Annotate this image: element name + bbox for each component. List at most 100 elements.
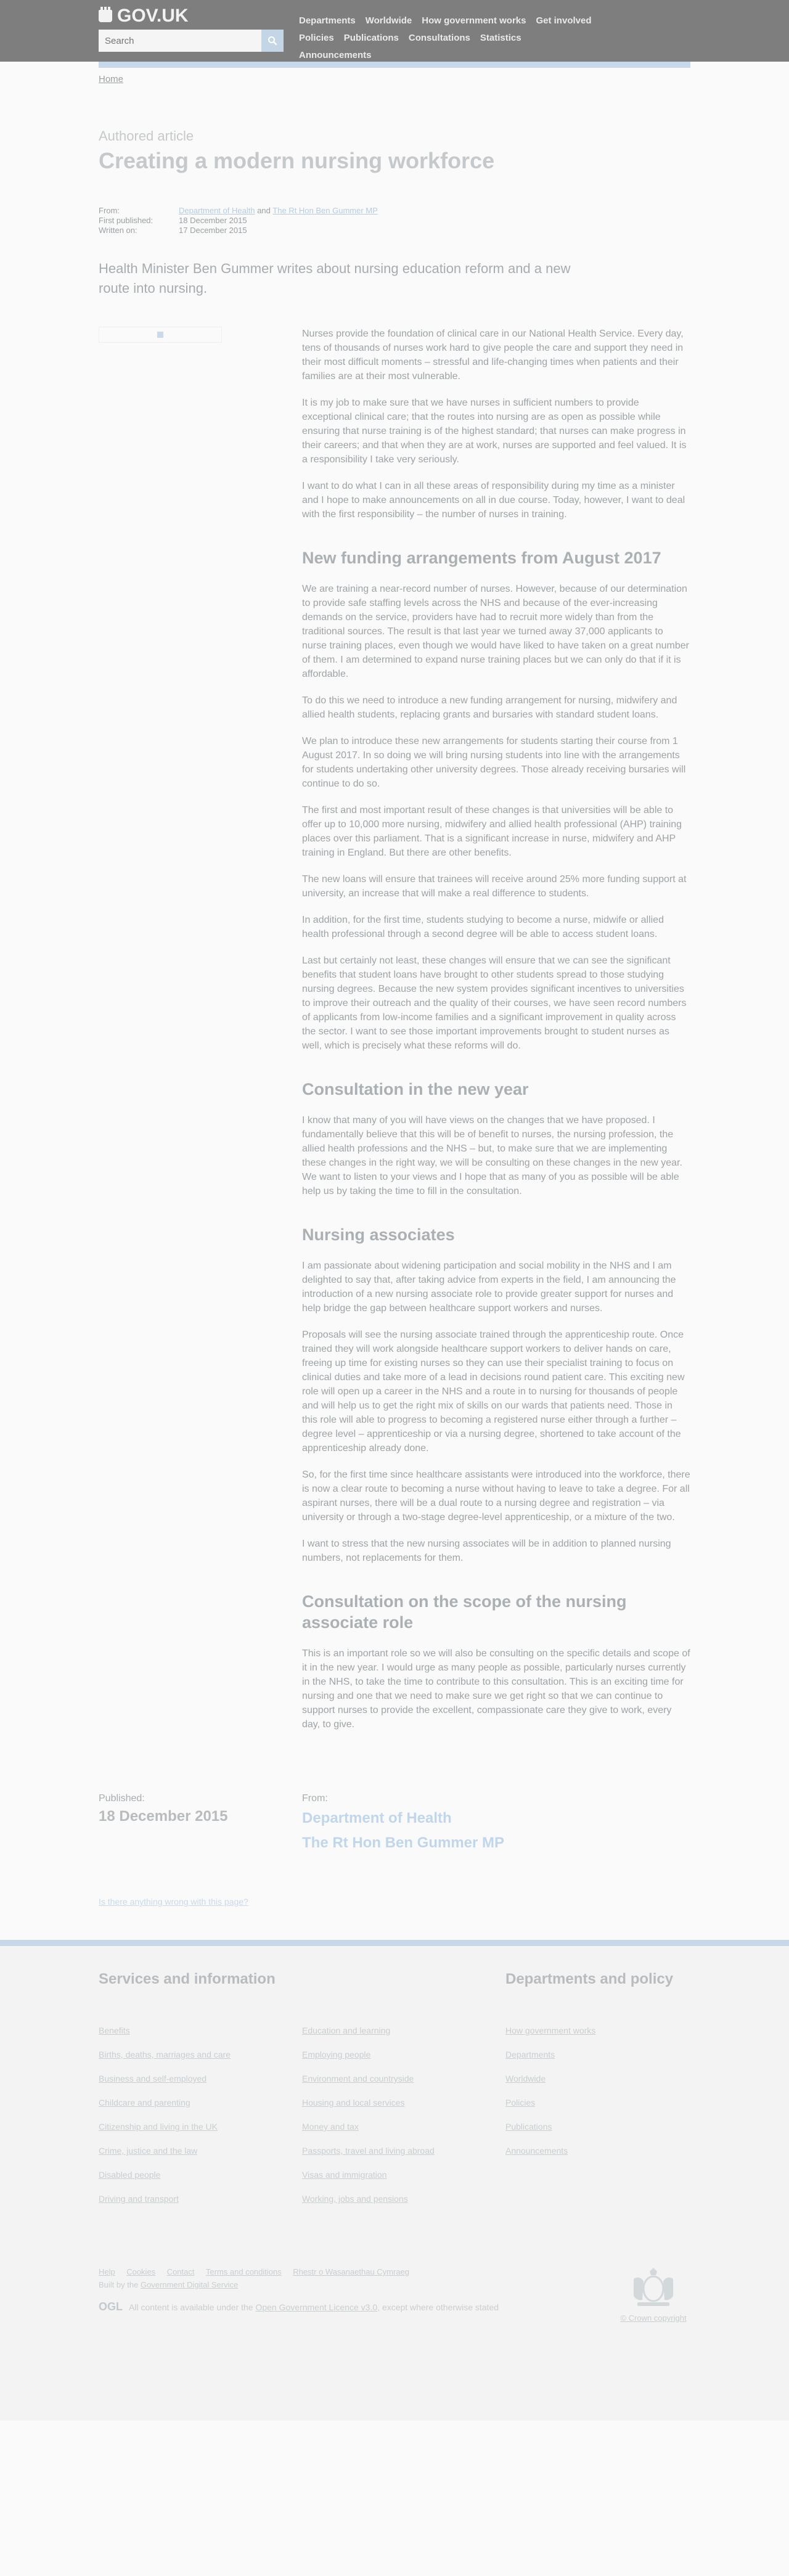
footer-link[interactable]: Passports, travel and living abroad	[302, 2146, 435, 2156]
site-footer: Services and information Benefits Births…	[0, 1940, 789, 2421]
main-nav: Departments Worldwide How government wor…	[299, 12, 607, 64]
from-department-link[interactable]: Department of Health	[179, 206, 255, 215]
written-on-label: Written on:	[99, 226, 137, 235]
footer-link[interactable]: Policies	[505, 2098, 535, 2108]
gds-link[interactable]: Government Digital Service	[141, 2280, 238, 2289]
footer-link[interactable]: Business and self-employed	[99, 2074, 206, 2083]
nav-statistics[interactable]: Statistics	[480, 30, 521, 47]
footer-link[interactable]: Money and tax	[302, 2122, 359, 2132]
services-list-1: Benefits Births, deaths, marriages and c…	[99, 2019, 302, 2211]
footer-link[interactable]: Disabled people	[99, 2170, 160, 2180]
nav-departments[interactable]: Departments	[299, 12, 356, 30]
section-heading-scope: Consultation on the scope of the nursing…	[302, 1592, 627, 1632]
breadcrumb-home[interactable]: Home	[99, 74, 123, 84]
footer-link[interactable]: Crime, justice and the law	[99, 2146, 197, 2156]
logo-text: GOV.UK	[117, 6, 189, 26]
search-input[interactable]	[99, 30, 261, 52]
body-paragraph: I want to do what I can in all these are…	[302, 481, 685, 520]
main-content: Home Authored article Creating a modern …	[99, 68, 690, 1940]
nav-how-government-works[interactable]: How government works	[422, 12, 526, 30]
footer-link[interactable]: Childcare and parenting	[99, 2098, 190, 2108]
body-paragraph: Proposals will see the nursing associate…	[302, 1330, 685, 1454]
section-heading-consultation: Consultation in the new year	[302, 1080, 529, 1098]
footer-link[interactable]: Citizenship and living in the UK	[99, 2122, 218, 2132]
body-paragraph: We plan to introduce these new arrangeme…	[302, 736, 686, 789]
departments-heading: Departments and policy	[505, 1971, 674, 1987]
footer-link[interactable]: Publications	[505, 2122, 552, 2132]
site-header: GOV.UK Departments Worldwide How governm…	[0, 0, 789, 62]
search-button[interactable]	[261, 30, 284, 52]
ogl-logo-icon: OGL	[99, 2300, 123, 2313]
body-paragraph: In addition, for the first time, student…	[302, 915, 664, 939]
body-paragraph: Last but certainly not least, these chan…	[302, 955, 687, 1051]
nav-publications[interactable]: Publications	[344, 30, 399, 47]
body-paragraph: This is an important role so we will als…	[302, 1648, 690, 1730]
search-icon	[268, 36, 277, 46]
from-person-link[interactable]: The Rt Hon Ben Gummer MP	[272, 206, 378, 215]
written-on-date: 17 December 2015	[179, 226, 247, 235]
footer-link[interactable]: Announcements	[505, 2146, 568, 2156]
footer-link[interactable]: Worldwide	[505, 2074, 546, 2083]
body-paragraph: So, for the first time since healthcare …	[302, 1470, 690, 1523]
from-person-link-bottom[interactable]: The Rt Hon Ben Gummer MP	[302, 1833, 690, 1854]
footer-link[interactable]: How government works	[505, 2026, 595, 2035]
nav-worldwide[interactable]: Worldwide	[366, 12, 412, 30]
contact-link[interactable]: Contact	[167, 2267, 195, 2276]
share-icon	[157, 332, 163, 338]
footer-link[interactable]: Working, jobs and pensions	[302, 2194, 408, 2204]
body-paragraph: The new loans will ensure that trainees …	[302, 874, 687, 899]
nav-policies[interactable]: Policies	[299, 30, 334, 47]
footer-link[interactable]: Environment and countryside	[302, 2074, 414, 2083]
body-paragraph: It is my job to make sure that we have n…	[302, 398, 687, 465]
licence: OGL All content is available under the O…	[99, 2300, 616, 2313]
body-paragraph: The first and most important result of t…	[302, 805, 682, 858]
footer-link[interactable]: Education and learning	[302, 2026, 390, 2035]
sidebar	[99, 327, 302, 1744]
from-department-link-bottom[interactable]: Department of Health	[302, 1808, 690, 1829]
services-heading: Services and information	[99, 1971, 276, 1987]
crown-icon	[99, 7, 112, 22]
copyright-block: © Crown copyright	[616, 2267, 690, 2323]
article-body-layout: Nurses provide the foundation of clinica…	[99, 327, 690, 1744]
share-widget[interactable]	[99, 327, 222, 343]
page-title: Creating a modern nursing workforce	[99, 148, 495, 173]
built-by: Built by the Government Digital Service	[99, 2280, 616, 2289]
footer-bottom: Help Cookies Contact Terms and condition…	[99, 2267, 690, 2323]
welsh-services-link[interactable]: Rhestr o Wasanaethau Cymraeg	[293, 2267, 409, 2276]
nav-get-involved[interactable]: Get involved	[536, 12, 591, 30]
article-metadata: From: Department of Health and The Rt Ho…	[99, 206, 690, 235]
footer-link[interactable]: Departments	[505, 2050, 555, 2059]
from-label: From:	[99, 206, 120, 215]
publication-details: Published: 18 December 2015 From: Depart…	[99, 1793, 690, 1854]
nav-announcements[interactable]: Announcements	[299, 47, 372, 64]
help-link[interactable]: Help	[99, 2267, 115, 2276]
ogl-link[interactable]: Open Government Licence v3.0	[255, 2302, 377, 2312]
footer-link[interactable]: Births, deaths, marriages and care	[99, 2050, 231, 2059]
footer-link[interactable]: Employing people	[302, 2050, 370, 2059]
crown-copyright-link[interactable]: © Crown copyright	[620, 2313, 686, 2323]
terms-link[interactable]: Terms and conditions	[206, 2267, 282, 2276]
from-and: and	[257, 206, 271, 215]
footer-link[interactable]: Visas and immigration	[302, 2170, 386, 2180]
footer-link[interactable]: Housing and local services	[302, 2098, 405, 2108]
govuk-logo-link[interactable]: GOV.UK	[99, 6, 259, 26]
services-list-2: Education and learning Employing people …	[302, 2019, 505, 2211]
services-section: Services and information Benefits Births…	[99, 1971, 505, 2211]
published-date: 18 December 2015	[99, 1808, 228, 1825]
article-summary: Health Minister Ben Gummer writes about …	[99, 261, 571, 296]
cookies-link[interactable]: Cookies	[126, 2267, 155, 2276]
report-problem: Is there anything wrong with this page?	[99, 1897, 690, 1940]
footer-link[interactable]: Driving and transport	[99, 2194, 179, 2204]
departments-section: Departments and policy How government wo…	[505, 1971, 690, 2211]
published-label: Published:	[99, 1793, 145, 1804]
nav-consultations[interactable]: Consultations	[409, 30, 470, 47]
breadcrumb: Home	[99, 68, 690, 105]
report-problem-link[interactable]: Is there anything wrong with this page?	[99, 1897, 248, 1907]
ogl-text-post: , except where otherwise stated	[377, 2302, 499, 2312]
body-paragraph: Nurses provide the foundation of clinica…	[302, 329, 684, 382]
footer-link[interactable]: Benefits	[99, 2026, 130, 2035]
document-type: Authored article	[99, 128, 194, 144]
section-heading-funding: New funding arrangements from August 201…	[302, 549, 661, 567]
body-paragraph: I am passionate about widening participa…	[302, 1261, 676, 1314]
first-published-label: First published:	[99, 216, 153, 225]
